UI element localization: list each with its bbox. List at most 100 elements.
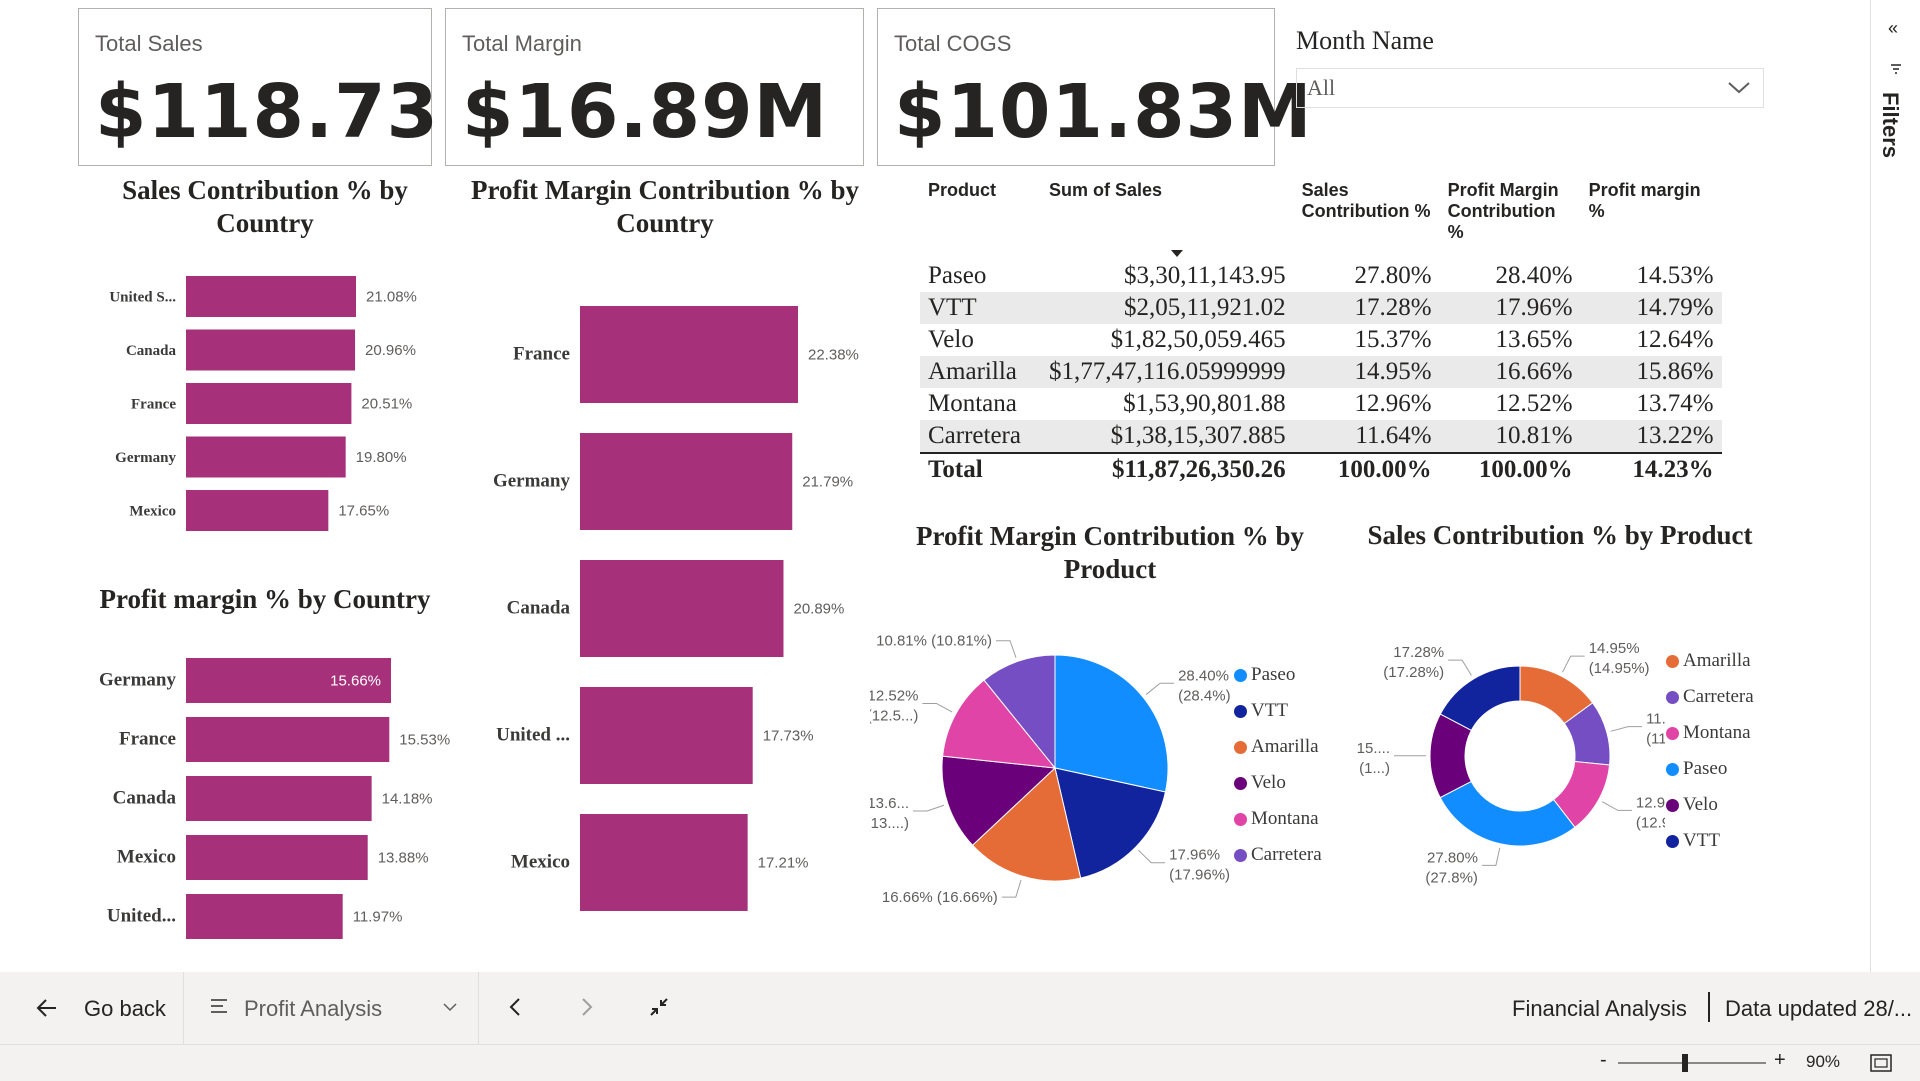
category-tick-label: Germany (99, 670, 177, 691)
legend-item[interactable]: Montana (1234, 808, 1319, 830)
legend-item[interactable]: Carretera (1234, 844, 1322, 866)
data-label: 22.38% (808, 347, 859, 364)
slice-label: 16.66% (16.66%) (882, 889, 998, 906)
fit-to-window-icon[interactable] (1870, 1054, 1892, 1077)
slice-label: (1...) (1359, 760, 1390, 777)
bar[interactable] (186, 276, 356, 317)
slice-label: 14.95% (1589, 640, 1640, 657)
data-updated-text: Data updated 28/... (1725, 996, 1912, 1022)
legend-item[interactable]: VTT (1666, 830, 1720, 852)
header-profit-margin-contribution[interactable]: Profit Margin Contribution % (1440, 180, 1581, 260)
kpi-card-total-sales[interactable]: Total Sales $118.73M (78, 8, 432, 166)
legend-item[interactable]: Amarilla (1234, 736, 1319, 758)
legend-item[interactable]: VTT (1234, 700, 1288, 722)
table-row[interactable]: Paseo $3,30,11,143.95 27.80% 28.40% 14.5… (920, 260, 1722, 292)
leader-line (996, 641, 1016, 658)
bar[interactable] (186, 330, 355, 371)
cell: 14.53% (1581, 260, 1722, 292)
table-row[interactable]: VTT $2,05,11,921.02 17.28% 17.96% 14.79% (920, 292, 1722, 324)
bar[interactable] (186, 437, 346, 478)
table-row[interactable]: Velo $1,82,50,059.465 15.37% 13.65% 12.6… (920, 324, 1722, 356)
previous-page-button[interactable] (508, 996, 522, 1023)
status-bar: - + 90% (0, 1044, 1920, 1081)
slicer-dropdown[interactable]: All (1296, 68, 1764, 108)
leader-line (1002, 880, 1021, 897)
data-label: 17.65% (338, 503, 389, 520)
legend-dot (1666, 727, 1679, 740)
category-tick-label: Canada (126, 343, 177, 359)
slice-label: 10.81% (10.81%) (876, 633, 992, 650)
margin-contrib-by-product-title: Profit Margin Contribution % by Product (890, 520, 1330, 586)
header-product[interactable]: Product (920, 180, 1041, 260)
legend-label: VTT (1683, 830, 1720, 852)
bar[interactable] (580, 687, 753, 784)
legend-dot (1234, 669, 1247, 682)
legend-item[interactable]: Velo (1666, 794, 1718, 816)
category-tick-label: Mexico (117, 847, 176, 868)
legend-item[interactable]: Paseo (1666, 758, 1727, 780)
zoom-out-button[interactable]: - (1600, 1049, 1607, 1072)
header-sales-contribution[interactable]: Sales Contribution % (1294, 180, 1440, 260)
bar[interactable] (186, 490, 328, 531)
kpi-card-total-cogs[interactable]: Total COGS $101.83M (877, 8, 1275, 166)
collapse-arrows-icon (648, 996, 670, 1018)
bar[interactable] (580, 814, 748, 911)
legend-item[interactable]: Velo (1234, 772, 1286, 794)
slice-label: (13....) (870, 815, 909, 832)
page-selector[interactable]: Profit Analysis (184, 972, 479, 1044)
filters-pane[interactable]: « Filters (1870, 0, 1920, 972)
kpi-label: Total Sales (95, 31, 203, 57)
header-profit-margin[interactable]: Profit margin % (1581, 180, 1722, 260)
slicer-value: All (1307, 75, 1335, 101)
legend-dot (1234, 777, 1247, 790)
slicer-title: Month Name (1296, 26, 1764, 56)
collapse-icon[interactable]: « (1888, 18, 1898, 39)
legend-item[interactable]: Carretera (1666, 686, 1754, 708)
category-tick-label: Canada (113, 788, 177, 809)
bar[interactable] (186, 894, 343, 939)
legend-dot (1234, 741, 1247, 754)
category-tick-label: France (119, 729, 176, 750)
legend-item[interactable]: Amarilla (1666, 650, 1751, 672)
bar[interactable] (186, 383, 351, 424)
go-back-button[interactable]: Go back (0, 972, 184, 1044)
zoom-slider-thumb[interactable] (1682, 1054, 1688, 1072)
fit-to-page-button[interactable] (648, 996, 670, 1023)
cell: 15.37% (1294, 324, 1440, 356)
header-sum-of-sales[interactable]: Sum of Sales (1041, 180, 1294, 260)
cell: 100.00% (1294, 453, 1440, 486)
pie-slice[interactable] (1440, 781, 1575, 846)
bar[interactable] (580, 560, 783, 657)
zoom-slider[interactable] (1618, 1062, 1766, 1064)
leader-line (1482, 848, 1500, 866)
bar[interactable] (580, 433, 792, 530)
legend-item[interactable]: Montana (1666, 722, 1751, 744)
bar[interactable] (186, 717, 389, 762)
kpi-value: $16.89M (462, 69, 828, 155)
legend-dot (1666, 655, 1679, 668)
bar[interactable] (186, 776, 372, 821)
slice-label: 11.6... (1646, 711, 1665, 728)
slice-label: 28.40% (1178, 667, 1229, 684)
bar[interactable] (186, 835, 368, 880)
table-row[interactable]: Carretera $1,38,15,307.885 11.64% 10.81%… (920, 420, 1722, 453)
next-page-button[interactable] (580, 996, 594, 1023)
data-label: 21.08% (366, 289, 417, 306)
table-row[interactable]: Amarilla $1,77,47,116.05999999 14.95% 16… (920, 356, 1722, 388)
sales-contrib-by-product-title: Sales Contribution % by Product (1340, 520, 1780, 551)
cell: 27.80% (1294, 260, 1440, 292)
cell: 17.28% (1294, 292, 1440, 324)
cell: Carretera (920, 420, 1041, 453)
legend-item[interactable]: Paseo (1234, 664, 1295, 686)
header-label: Sum of Sales (1049, 180, 1162, 200)
cell: Montana (920, 388, 1041, 420)
zoom-in-button[interactable]: + (1774, 1049, 1786, 1072)
sales-by-country-title: Sales Contribution % by Country (95, 174, 435, 240)
margin-pct-by-country-title: Profit margin % by Country (70, 584, 460, 615)
kpi-card-total-margin[interactable]: Total Margin $16.89M (445, 8, 864, 166)
bar[interactable] (580, 306, 798, 403)
legend-dot (1666, 799, 1679, 812)
pie-slice[interactable] (1440, 666, 1520, 730)
table-row[interactable]: Montana $1,53,90,801.88 12.96% 12.52% 13… (920, 388, 1722, 420)
slice-label: (17.96%) (1169, 867, 1230, 884)
